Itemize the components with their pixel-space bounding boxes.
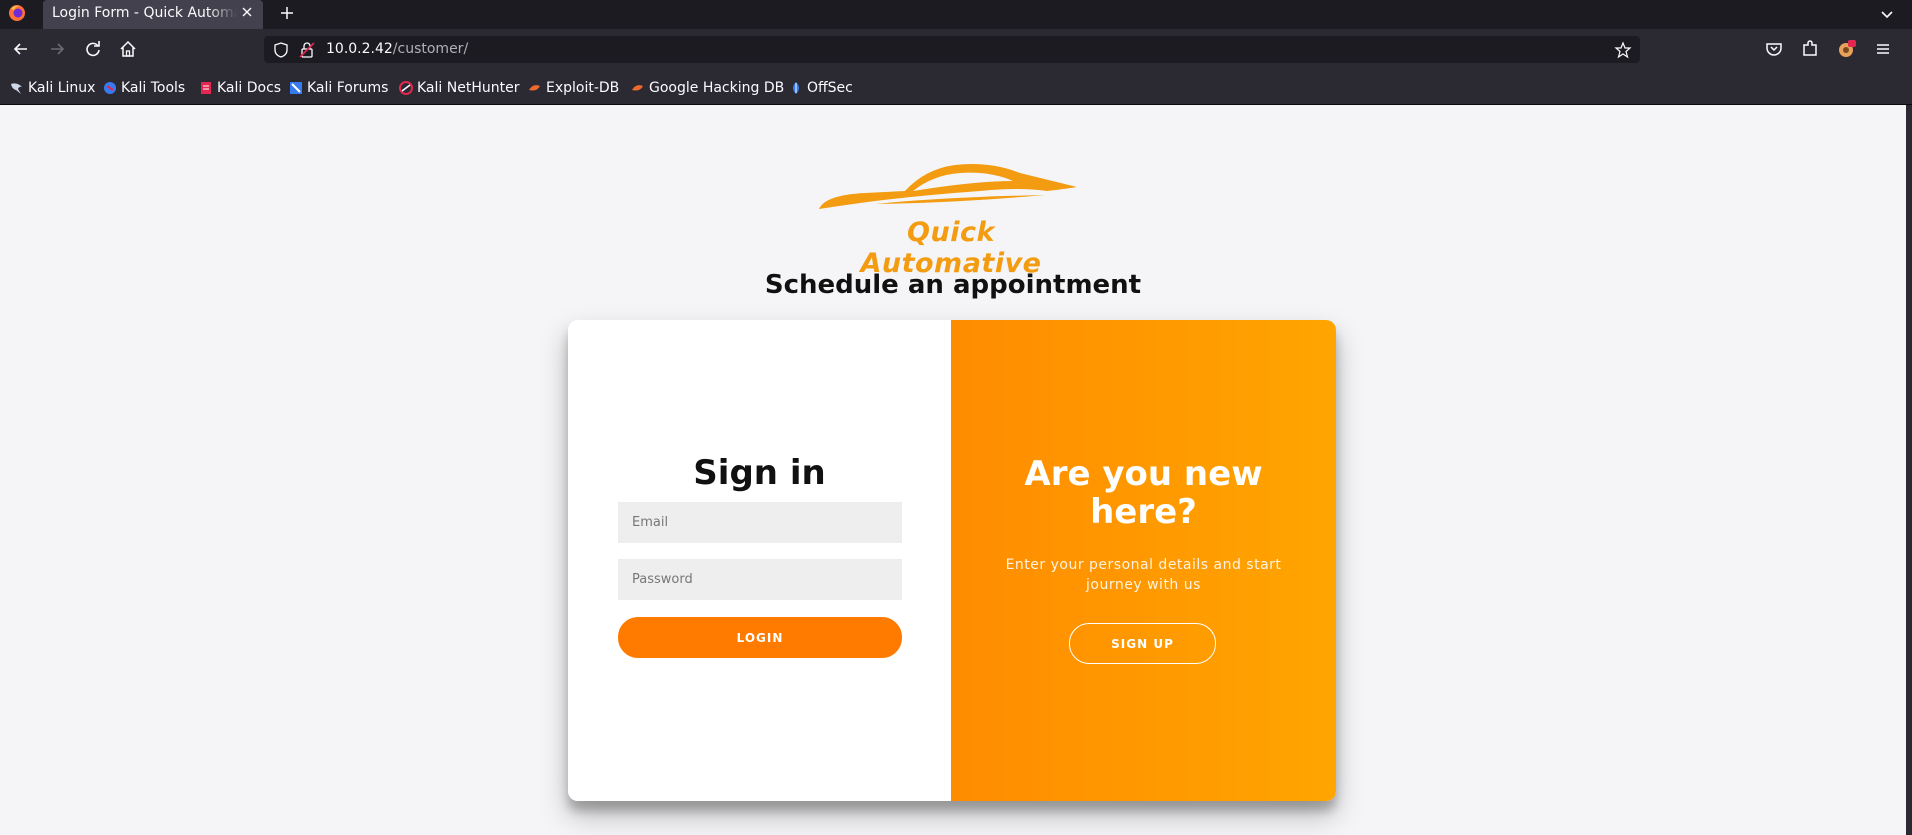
forward-arrow-icon[interactable] — [46, 38, 68, 60]
signup-panel-description: Enter your personal details and start jo… — [1005, 557, 1282, 593]
page-title: Schedule an appointment — [764, 270, 1142, 300]
profile-extension-icon[interactable] — [1836, 38, 1858, 60]
url-host: 10.0.2.42 — [326, 41, 393, 57]
brand-logo: Quick Automative — [815, 155, 1087, 279]
bookmark-label: Google Hacking DB — [649, 80, 785, 96]
new-tab-plus-icon[interactable] — [278, 4, 296, 22]
email-field[interactable] — [618, 502, 902, 543]
bookmark-label: Kali Linux — [28, 80, 96, 96]
kali-tools-icon — [104, 82, 116, 94]
bookmark-label: Kali Docs — [217, 80, 282, 96]
bookmark-kali-nethunter[interactable]: Kali NetHunter — [398, 79, 519, 97]
exploit-db-icon — [529, 85, 540, 91]
password-field[interactable] — [618, 559, 902, 600]
firefox-icon[interactable] — [8, 4, 26, 22]
url-text[interactable]: 10.0.2.42/customer/ — [326, 41, 468, 57]
home-icon[interactable] — [117, 38, 139, 60]
navigation-toolbar: 10.0.2.42/customer/ — [0, 29, 1912, 69]
page-content: Quick Automative Schedule an appointment… — [0, 105, 1906, 835]
signup-button[interactable]: SIGN UP — [1069, 623, 1216, 664]
active-tab[interactable]: Login Form - Quick Automative — [43, 0, 263, 29]
bookmark-label: Exploit-DB — [546, 80, 620, 96]
hamburger-menu-icon[interactable] — [1872, 38, 1894, 60]
ghdb-icon — [632, 85, 643, 91]
kali-forums-icon — [290, 82, 302, 94]
reload-icon[interactable] — [82, 38, 104, 60]
back-arrow-icon[interactable] — [10, 38, 32, 60]
bookmarks-toolbar: Kali Linux Kali Tools Kali Docs Kali For… — [0, 69, 1912, 105]
bookmark-kali-linux[interactable]: Kali Linux — [9, 79, 95, 97]
offsec-icon — [793, 82, 799, 94]
pocket-icon[interactable] — [1763, 38, 1785, 60]
extensions-puzzle-icon[interactable] — [1799, 38, 1821, 60]
kali-dragon-icon — [11, 83, 22, 94]
bookmark-kali-forums[interactable]: Kali Forums — [288, 79, 388, 97]
bookmark-label: OffSec — [807, 80, 853, 96]
bookmark-kali-tools[interactable]: Kali Tools — [102, 79, 185, 97]
bookmark-label: Kali Forums — [307, 80, 389, 96]
signup-panel: Are you new here? Enter your personal de… — [951, 320, 1336, 801]
bookmark-offsec[interactable]: OffSec — [788, 79, 853, 97]
address-bar[interactable]: 10.0.2.42/customer/ — [264, 36, 1640, 63]
bookmark-google-hacking-db[interactable]: Google Hacking DB — [630, 79, 784, 97]
auth-card: Sign in LOGIN Are you new here? Enter yo… — [568, 320, 1336, 801]
car-silhouette-icon — [819, 164, 1077, 209]
close-icon[interactable] — [239, 4, 255, 20]
bookmark-kali-docs[interactable]: Kali Docs — [198, 79, 281, 97]
signin-title: Sign in — [693, 453, 826, 493]
insecure-lock-icon[interactable] — [298, 41, 316, 59]
window-edge — [1906, 105, 1912, 835]
bookmark-label: Kali Tools — [121, 80, 186, 96]
shield-icon[interactable] — [272, 41, 290, 59]
tab-title: Login Form - Quick Automative — [52, 5, 237, 21]
url-path: /customer/ — [392, 41, 469, 57]
nethunter-icon — [399, 81, 413, 95]
bookmark-exploit-db[interactable]: Exploit-DB — [527, 79, 619, 97]
bookmark-label: Kali NetHunter — [417, 80, 520, 96]
login-button[interactable]: LOGIN — [618, 617, 902, 658]
kali-docs-icon — [201, 82, 211, 94]
signup-panel-title: Are you new here? — [1024, 454, 1263, 532]
bookmark-star-icon[interactable] — [1614, 41, 1632, 59]
chevron-down-icon[interactable] — [1877, 4, 1897, 24]
signin-panel: Sign in LOGIN — [568, 320, 951, 801]
tab-strip: Login Form - Quick Automative — [0, 0, 1912, 29]
